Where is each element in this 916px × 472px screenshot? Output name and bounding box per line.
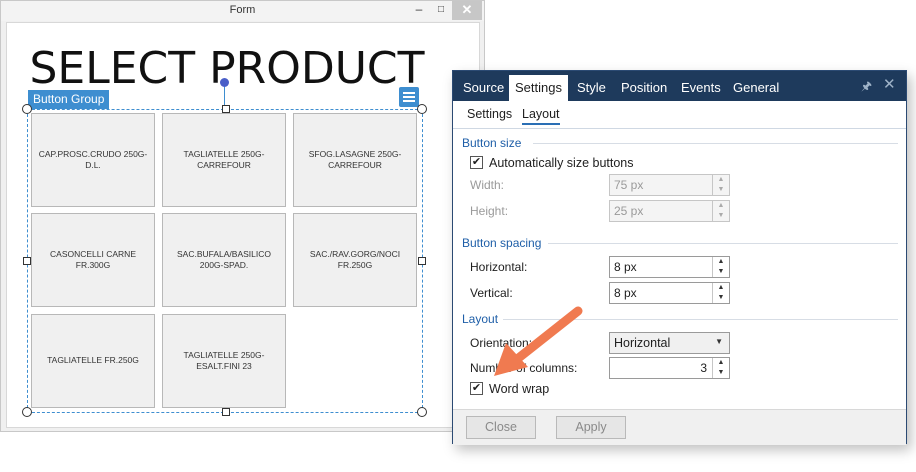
maximize-button[interactable]: □: [429, 1, 453, 20]
minimize-button[interactable]: –: [407, 1, 431, 20]
chevron-down-icon[interactable]: ▼: [713, 267, 729, 277]
section-title-layout: Layout: [462, 312, 499, 326]
stepper-arrows: ▲ ▼: [712, 201, 729, 221]
height-value: 25 px: [614, 204, 644, 218]
panel-footer: Close Apply: [453, 409, 906, 445]
word-wrap-label: Word wrap: [489, 382, 550, 396]
tab-settings[interactable]: Settings: [509, 75, 568, 101]
section-divider: [548, 243, 898, 244]
subtab-settings[interactable]: Settings: [467, 107, 512, 121]
tab-source[interactable]: Source: [457, 75, 510, 101]
product-button[interactable]: TAGLIATELLE 250G-CARREFOUR: [162, 113, 286, 207]
close-window-button[interactable]: ✕: [452, 1, 482, 20]
chevron-down-icon[interactable]: ▼: [713, 293, 729, 303]
subtab-divider: [453, 128, 906, 129]
close-icon[interactable]: ✕: [883, 75, 896, 93]
chevron-up-icon[interactable]: ▲: [713, 175, 729, 185]
resize-handle[interactable]: [418, 257, 426, 265]
stepper-arrows: ▲ ▼: [712, 358, 729, 378]
horizontal-spacing-label: Horizontal:: [470, 260, 528, 274]
chevron-up-icon[interactable]: ▲: [713, 283, 729, 293]
chevron-up-icon[interactable]: ▲: [713, 358, 729, 368]
hamburger-menu-icon[interactable]: [399, 87, 419, 107]
product-button[interactable]: SAC./RAV.GORG/NOCI FR.250G: [293, 213, 417, 307]
button-group-selection[interactable]: CAP.PROSC.CRUDO 250G-D.L. TAGLIATELLE 25…: [22, 104, 427, 417]
chevron-down-icon: ▼: [715, 337, 723, 346]
vertical-spacing-label: Vertical:: [470, 286, 513, 300]
resize-handle[interactable]: [417, 407, 427, 417]
resize-handle[interactable]: [22, 407, 32, 417]
subtab-layout[interactable]: Layout: [522, 107, 560, 125]
section-title-button-size: Button size: [462, 136, 522, 150]
tab-events[interactable]: Events: [675, 75, 727, 101]
orientation-select[interactable]: Horizontal ▼: [609, 332, 730, 354]
properties-panel: Source Settings Style Position Events Ge…: [452, 70, 907, 445]
width-value: 75 px: [614, 178, 644, 192]
columns-label: Number of columns:: [470, 361, 578, 375]
columns-stepper[interactable]: 3 ▲ ▼: [609, 357, 730, 379]
width-stepper[interactable]: 75 px ▲ ▼: [609, 174, 730, 196]
width-label: Width:: [470, 178, 505, 192]
page-title[interactable]: SELECT PRODUCT: [7, 43, 447, 94]
stepper-arrows: ▲ ▼: [712, 283, 729, 303]
chevron-down-icon[interactable]: ▼: [713, 368, 729, 378]
panel-tabbar: Source Settings Style Position Events Ge…: [453, 71, 906, 101]
apply-button[interactable]: Apply: [556, 416, 626, 439]
stepper-arrows: ▲ ▼: [712, 257, 729, 277]
product-button[interactable]: SFOG.LASAGNE 250G-CARREFOUR: [293, 113, 417, 207]
pin-icon[interactable]: 🖈: [861, 77, 872, 98]
form-canvas: SELECT PRODUCT Button Group CAP.PROSC.CR…: [6, 22, 480, 428]
orientation-label: Orientation:: [470, 336, 533, 350]
word-wrap-checkbox[interactable]: ✔: [470, 382, 483, 395]
section-divider: [533, 143, 898, 144]
horizontal-spacing-value: 8 px: [614, 260, 637, 274]
resize-handle[interactable]: [22, 104, 32, 114]
columns-value: 3: [700, 361, 707, 375]
height-label: Height:: [470, 204, 509, 218]
chevron-down-icon[interactable]: ▼: [713, 211, 729, 221]
tab-position[interactable]: Position: [615, 75, 673, 101]
horizontal-spacing-stepper[interactable]: 8 px ▲ ▼: [609, 256, 730, 278]
stepper-arrows: ▲ ▼: [712, 175, 729, 195]
resize-handle[interactable]: [222, 105, 230, 113]
rotate-handle[interactable]: [220, 78, 229, 87]
product-button[interactable]: TAGLIATELLE 250G-ESALT.FINI 23: [162, 314, 286, 408]
product-button[interactable]: CAP.PROSC.CRUDO 250G-D.L.: [31, 113, 155, 207]
product-button[interactable]: TAGLIATELLE FR.250G: [31, 314, 155, 408]
form-window: Form – □ ✕ SELECT PRODUCT Button Group C…: [0, 0, 485, 432]
orientation-value: Horizontal: [614, 336, 671, 350]
section-divider: [503, 319, 898, 320]
tab-general[interactable]: General: [727, 75, 785, 101]
vertical-spacing-stepper[interactable]: 8 px ▲ ▼: [609, 282, 730, 304]
product-button[interactable]: CASONCELLI CARNE FR.300G: [31, 213, 155, 307]
resize-handle[interactable]: [417, 104, 427, 114]
height-stepper[interactable]: 25 px ▲ ▼: [609, 200, 730, 222]
button-group-label[interactable]: Button Group: [28, 90, 110, 109]
tab-style[interactable]: Style: [571, 75, 612, 101]
chevron-up-icon[interactable]: ▲: [713, 201, 729, 211]
section-title-button-spacing: Button spacing: [462, 236, 542, 250]
close-button[interactable]: Close: [466, 416, 536, 439]
vertical-spacing-value: 8 px: [614, 286, 637, 300]
chevron-down-icon[interactable]: ▼: [713, 185, 729, 195]
form-titlebar: Form – □ ✕: [1, 1, 484, 21]
auto-size-checkbox[interactable]: ✔: [470, 156, 483, 169]
auto-size-label: Automatically size buttons: [489, 156, 634, 170]
resize-handle[interactable]: [222, 408, 230, 416]
chevron-up-icon[interactable]: ▲: [713, 257, 729, 267]
product-button[interactable]: SAC.BUFALA/BASILICO 200G-SPAD.: [162, 213, 286, 307]
resize-handle[interactable]: [23, 257, 31, 265]
